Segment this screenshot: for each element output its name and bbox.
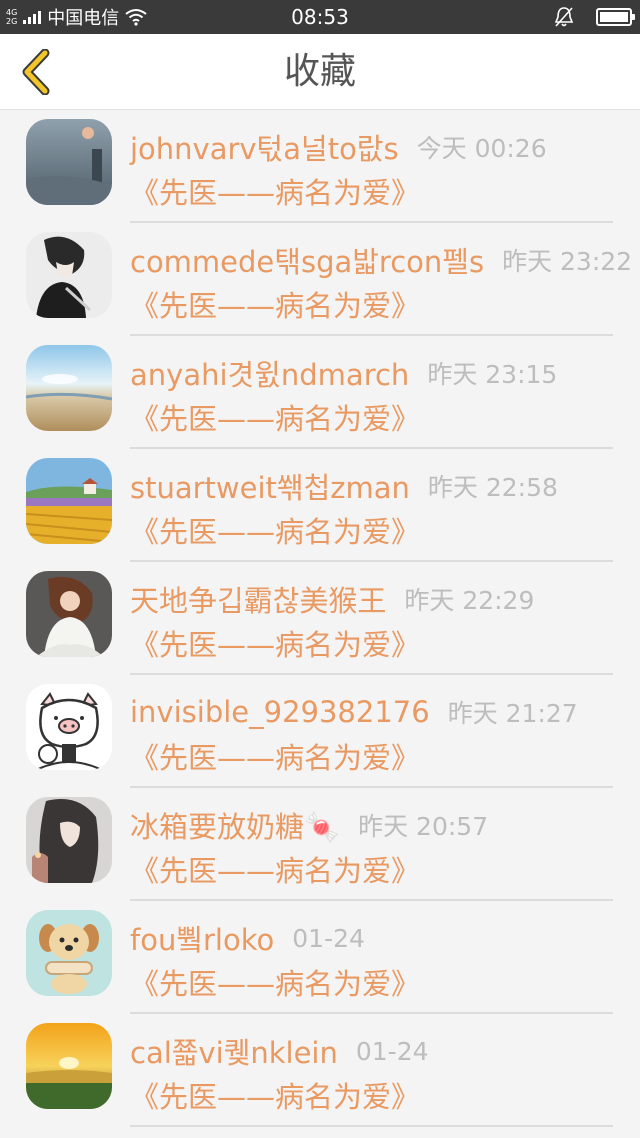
avatar[interactable]	[26, 345, 112, 431]
timestamp: 01-24	[355, 1036, 429, 1066]
avatar-image	[26, 571, 112, 657]
item-title[interactable]: 《先医——病名为爱》	[130, 735, 420, 777]
item-title[interactable]: 《先医——病名为爱》	[130, 961, 420, 1003]
item-title[interactable]: 《先医——病名为爱》	[130, 396, 420, 438]
avatar[interactable]	[26, 684, 112, 770]
timestamp: 昨天 23:22	[502, 247, 633, 276]
avatar[interactable]	[26, 910, 112, 996]
bell-muted-icon	[554, 7, 574, 27]
list-item[interactable]: 冰箱要放奶糖🍬 昨天 20:57 《先医——病名为爱》	[0, 788, 640, 901]
avatar[interactable]	[26, 119, 112, 205]
timestamp: 今天 00:26	[416, 134, 547, 163]
avatar-image	[26, 345, 112, 431]
item-header: anyahi겻윐ndmarch 昨天 23:15	[130, 352, 557, 394]
timestamp: 昨天 23:15	[427, 360, 558, 389]
item-header: invisible_929382176 昨天 21:27	[130, 691, 578, 733]
timestamp: 01-24	[292, 923, 365, 953]
battery-icon	[596, 8, 635, 26]
avatar[interactable]	[26, 232, 112, 318]
item-title[interactable]: 《先医——病名为爱》	[130, 170, 420, 212]
username[interactable]: commede탞sga밟rcon펠s	[130, 239, 484, 281]
item-title[interactable]: 《先医——病名为爱》	[130, 1074, 420, 1116]
timestamp: 昨天 20:57	[358, 812, 489, 841]
list-item[interactable]: anyahi겻윐ndmarch 昨天 23:15 《先医——病名为爱》	[0, 336, 640, 449]
avatar-image	[26, 119, 112, 205]
item-header: johnvarv턳a널to랎s 今天 00:26	[130, 126, 547, 168]
list-item[interactable]: cal쬷vi퀮nklein 01-24 《先医——病名为爱》	[0, 1014, 640, 1127]
item-title[interactable]: 《先医——病名为爱》	[130, 509, 420, 551]
status-bar: 4G 2G 中国电信 08:53	[0, 0, 640, 34]
timestamp: 昨天 21:27	[447, 699, 578, 728]
page-title: 收藏	[283, 51, 356, 92]
avatar-image	[26, 232, 112, 318]
username[interactable]: anyahi겻윐ndmarch	[130, 352, 409, 394]
avatar[interactable]	[26, 797, 112, 883]
list-item[interactable]: invisible_929382176 昨天 21:27 《先医——病名为爱》	[0, 675, 640, 788]
item-header: cal쬷vi퀮nklein 01-24	[130, 1030, 429, 1072]
username[interactable]: 天地争깁霸찮美猴王	[130, 578, 386, 620]
avatar-image	[26, 910, 112, 996]
list-item[interactable]: 天地争깁霸찮美猴王 昨天 22:29 《先医——病名为爱》	[0, 562, 640, 675]
username[interactable]: cal쬷vi퀮nklein	[130, 1030, 338, 1072]
item-header: 冰箱要放奶糖🍬 昨天 20:57	[130, 804, 488, 846]
nav-bar: 收藏	[0, 34, 640, 110]
username[interactable]: invisible_929382176	[130, 695, 430, 729]
username[interactable]: fou쀀rloko	[130, 917, 274, 959]
username[interactable]: 冰箱要放奶糖🍬	[130, 804, 340, 846]
avatar-image	[26, 1023, 112, 1109]
item-header: stuartweit쐒첩zman 昨天 22:58	[130, 465, 558, 507]
list-item[interactable]: stuartweit쐒첩zman 昨天 22:58 《先医——病名为爱》	[0, 449, 640, 562]
item-title[interactable]: 《先医——病名为爱》	[130, 622, 420, 664]
item-title[interactable]: 《先医——病名为爱》	[130, 283, 420, 325]
item-title[interactable]: 《先医——病名为爱》	[130, 848, 420, 890]
list-item[interactable]: fou쀀rloko 01-24 《先医——病名为爱》	[0, 901, 640, 1014]
avatar-image	[26, 458, 112, 544]
timestamp: 昨天 22:58	[427, 473, 558, 502]
timestamp: 昨天 22:29	[404, 586, 535, 615]
list-item[interactable]: johnvarv턳a널to랎s 今天 00:26 《先医——病名为爱》	[0, 110, 640, 223]
divider	[130, 1125, 613, 1127]
clock: 08:53	[291, 5, 349, 29]
favorites-list: johnvarv턳a널to랎s 今天 00:26 《先医——病名为爱》 comm…	[0, 110, 640, 1127]
username[interactable]: johnvarv턳a널to랎s	[130, 126, 399, 168]
item-header: 天地争깁霸찮美猴王 昨天 22:29	[130, 578, 534, 620]
avatar[interactable]	[26, 1023, 112, 1109]
username[interactable]: stuartweit쐒첩zman	[130, 465, 410, 507]
avatar-image	[26, 684, 112, 770]
avatar-image	[26, 797, 112, 883]
item-header: commede탞sga밟rcon펠s 昨天 23:22	[130, 239, 632, 281]
item-header: fou쀀rloko 01-24	[130, 917, 365, 959]
status-right	[554, 0, 635, 34]
avatar[interactable]	[26, 571, 112, 657]
list-item[interactable]: commede탞sga밟rcon펠s 昨天 23:22 《先医——病名为爱》	[0, 223, 640, 336]
avatar[interactable]	[26, 458, 112, 544]
